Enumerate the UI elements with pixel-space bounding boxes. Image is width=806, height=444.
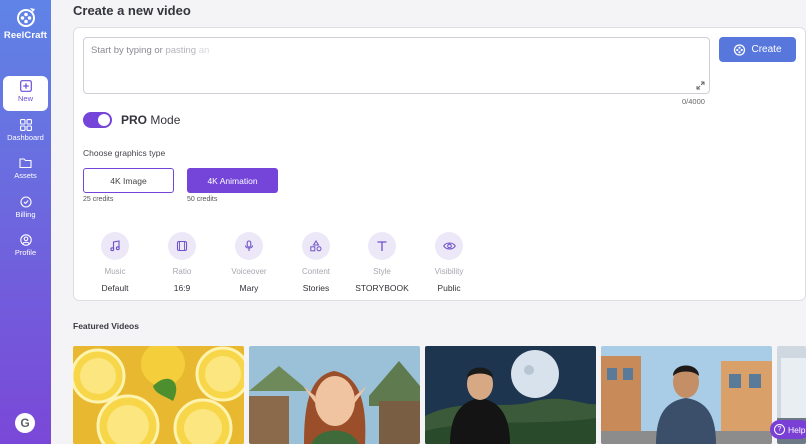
help-label: Help [788, 424, 806, 435]
logo-text: ReelCraft [3, 30, 48, 41]
graphics-option-4k-animation[interactable]: 4K Animation [187, 168, 278, 193]
grid-icon [19, 119, 32, 131]
setting-value: STORYBOOK [355, 283, 409, 293]
shapes-icon [310, 240, 322, 252]
setting-value: Public [437, 283, 461, 293]
setting-content[interactable]: Content Stories [286, 232, 346, 293]
setting-value: Default [101, 283, 129, 293]
credits-label: 25 credits [83, 196, 114, 203]
pro-mode-label-rest: Mode [147, 113, 181, 127]
plus-square-icon [19, 80, 32, 92]
sidebar-item-label: Dashboard [7, 133, 44, 142]
user-circle-icon [19, 234, 32, 246]
street-man-image [601, 346, 772, 444]
sidebar-item-billing[interactable]: Billing [3, 192, 48, 228]
folder-icon [19, 158, 32, 169]
credits-label: 50 credits [187, 196, 218, 203]
page-title: Create a new video [73, 3, 191, 18]
billing-icon [19, 196, 32, 208]
setting-voiceover[interactable]: Voiceover Mary [219, 232, 279, 293]
sidebar-item-label: Assets [14, 171, 37, 180]
sidebar-item-label: Billing [15, 210, 36, 219]
ratio-icon [176, 240, 188, 252]
setting-icon-circle [435, 232, 463, 260]
prompt-placeholder-fade-end: an [198, 45, 210, 56]
setting-label: Voiceover [231, 267, 267, 276]
prompt-placeholder-fade: pasting [165, 45, 197, 56]
setting-value: Mary [239, 283, 259, 293]
setting-music[interactable]: Music Default [85, 232, 145, 293]
setting-visibility[interactable]: Visibility Public [419, 232, 479, 293]
avatar[interactable]: G [15, 413, 35, 433]
featured-video-thumbnail[interactable] [425, 346, 596, 444]
sidebar-item-profile[interactable]: Profile [3, 230, 48, 266]
music-note-icon [110, 240, 120, 252]
moonlit-man-image [425, 346, 596, 444]
setting-icon-circle [168, 232, 196, 260]
setting-icon-circle [101, 232, 129, 260]
pro-mode-toggle[interactable] [83, 112, 112, 128]
setting-ratio[interactable]: Ratio 16:9 [152, 232, 212, 293]
prompt-input[interactable]: Start by typing or pasting an [83, 37, 710, 94]
setting-style[interactable]: Style STORYBOOK [352, 232, 412, 293]
pro-mode-label: PRO Mode [121, 113, 180, 127]
setting-label: Content [301, 267, 331, 276]
elf-portrait-image [249, 346, 420, 444]
microphone-icon [244, 240, 254, 251]
sidebar-item-assets[interactable]: Assets [3, 153, 48, 189]
featured-video-thumbnail[interactable] [249, 346, 420, 444]
film-reel-icon [734, 44, 746, 56]
create-video-card: Start by typing or pasting an 0/4000 Cre… [73, 27, 806, 301]
sidebar: ReelCraft New Dashboard Assets Billing P… [0, 0, 51, 444]
sidebar-item-dashboard[interactable]: Dashboard [3, 115, 48, 151]
lemons-image [73, 346, 244, 444]
setting-icon-circle [302, 232, 330, 260]
setting-label: Music [104, 267, 126, 276]
sidebar-item-label: Profile [14, 248, 37, 257]
setting-label: Ratio [172, 267, 192, 276]
setting-icon-circle [368, 232, 396, 260]
sidebar-item-label: New [17, 94, 33, 103]
featured-video-thumbnail[interactable] [73, 346, 244, 444]
graphics-option-4k-image[interactable]: 4K Image [83, 168, 174, 193]
create-button[interactable]: Create [719, 37, 796, 62]
sidebar-item-new[interactable]: New [3, 76, 48, 111]
create-button-label: Create [751, 44, 782, 55]
setting-value: Stories [302, 283, 330, 293]
setting-value: 16:9 [173, 283, 191, 293]
setting-icon-circle [235, 232, 263, 260]
featured-video-thumbnail[interactable] [601, 346, 772, 444]
featured-videos-heading: Featured Videos [73, 321, 139, 331]
prompt-placeholder: Start by typing or pasting an [91, 45, 209, 56]
eye-icon [442, 242, 456, 250]
prompt-placeholder-main: Start by typing or [91, 45, 163, 56]
character-counter: 0/4000 [682, 97, 705, 106]
logo[interactable]: ReelCraft [0, 6, 51, 41]
pro-mode-label-bold: PRO [121, 113, 148, 127]
film-reel-icon [16, 8, 35, 27]
text-t-icon [377, 241, 387, 251]
setting-label: Style [373, 267, 391, 276]
expand-icon[interactable] [696, 81, 705, 90]
setting-label: Visibility [434, 267, 464, 276]
graphics-type-label: Choose graphics type [83, 148, 166, 158]
help-button[interactable]: ? Help [770, 420, 806, 439]
question-icon: ? [774, 424, 785, 435]
